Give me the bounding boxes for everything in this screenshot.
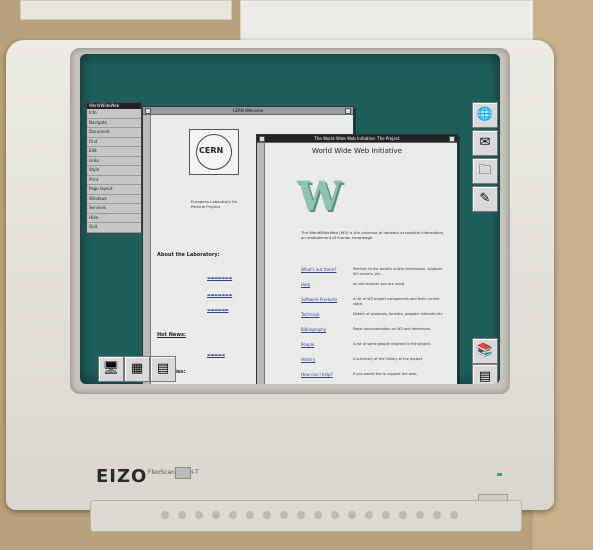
link-row-label[interactable]: Software Products [301, 297, 337, 302]
www-initiative-window[interactable]: The World Wide Web Initiative: The Proje… [256, 134, 458, 384]
pen-icon-glyph: ✎ [479, 191, 491, 206]
monitor-control-button[interactable] [416, 511, 424, 519]
menu-item[interactable]: Style [87, 166, 141, 176]
menu-item[interactable]: Navigate [87, 119, 141, 128]
link-row-label[interactable]: Bibliography [301, 327, 326, 332]
cern-logo: CERN [189, 129, 239, 175]
mail-icon-glyph: ✉ [479, 135, 491, 150]
monitor-model: FlexScan T560i-T [148, 469, 199, 476]
text-line: ▬▬▬▬▬▬▬ [207, 275, 233, 280]
monitor-control-button[interactable] [280, 511, 288, 519]
text-line: ▬▬▬▬▬▬ [207, 307, 229, 312]
menu-item[interactable]: Windows [87, 195, 141, 204]
globe-icon-glyph: 🌐 [476, 107, 494, 122]
text-line: ▬▬▬▬▬ [207, 352, 225, 357]
window-titlebar[interactable]: The World Wide Web Initiative: The Proje… [257, 135, 457, 143]
menu-item[interactable]: Page layout [87, 185, 141, 195]
power-led [497, 473, 502, 476]
link-row-label[interactable]: How can I help? [301, 372, 333, 377]
cern-intro: European Laboratory for Particle Physics [191, 199, 238, 209]
link-row-description: A summary of the history of the project. [353, 357, 424, 361]
monitor-control-panel [90, 500, 522, 532]
menu-item[interactable]: Services [87, 204, 141, 214]
close-button[interactable] [449, 136, 455, 142]
monitor-control-button[interactable] [399, 511, 407, 519]
monitor-brand: EIZO [96, 466, 148, 487]
menu-item[interactable]: Links [87, 157, 141, 166]
menu-item[interactable]: Edit [87, 147, 141, 157]
scrollbar[interactable] [257, 143, 265, 384]
monitor-badge [175, 467, 191, 479]
monitor-control-button[interactable] [212, 511, 220, 519]
mail-icon[interactable]: ✉ [472, 130, 498, 156]
link-row-label[interactable]: History [301, 357, 315, 362]
link-row-description: Paper documentation on W3 and references… [353, 327, 432, 331]
close-button[interactable] [345, 108, 351, 114]
globe-icon[interactable]: 🌐 [472, 102, 498, 128]
wall-paper [20, 0, 232, 20]
monitor-control-button[interactable] [382, 511, 390, 519]
monitor-control-button[interactable] [297, 511, 305, 519]
link-row-label[interactable]: What's out there? [301, 267, 337, 272]
monitor-control-button[interactable] [450, 511, 458, 519]
monitor-control-button[interactable] [263, 511, 271, 519]
link-row-description: A list of some people involved in the pr… [353, 342, 432, 346]
terminal-icon[interactable]: ▤ [472, 364, 498, 384]
link-row-description: Details of protocols, formats, program i… [353, 312, 443, 316]
monitor-control-button[interactable] [229, 511, 237, 519]
miniaturize-button[interactable] [259, 136, 265, 142]
folder-icon[interactable]: 🗀 [472, 158, 498, 184]
cern-logo-text: CERN [199, 146, 224, 155]
monitor-control-button[interactable] [314, 511, 322, 519]
menu-item[interactable]: Hide [87, 214, 141, 223]
app-menu[interactable]: WorldWideWeb Info Navigate Document Find Edi… [86, 102, 142, 234]
window-title: CERN Welcome [232, 108, 264, 113]
monitor-control-button[interactable] [178, 511, 186, 519]
page-title: World Wide Web Initiative [311, 147, 403, 155]
monitor-control-button[interactable] [246, 511, 254, 519]
menu-item[interactable]: Info [87, 109, 141, 119]
monitor-control-button[interactable] [433, 511, 441, 519]
intro-paragraph: The WorldWideWeb (W3) is the universe of… [301, 230, 445, 240]
menu-item[interactable]: Print [87, 176, 141, 185]
monitor-control-button[interactable] [331, 511, 339, 519]
link-row-description: If you would like to support the web.. [353, 372, 419, 376]
link-row-description: Pointers to the world's online informati… [353, 267, 444, 276]
folder-icon-glyph: 🗀 [478, 163, 492, 178]
link-row-label[interactable]: People [301, 342, 314, 347]
monitor-control-button[interactable] [365, 511, 373, 519]
menu-item[interactable]: Find [87, 138, 141, 147]
monitor-control-button[interactable] [161, 511, 169, 519]
pen-icon[interactable]: ✎ [472, 186, 498, 212]
wall-paper [240, 0, 542, 42]
link-row-description: A list of W3 project components and thei… [353, 297, 440, 306]
miniwindow-icon[interactable]: 🖥 [98, 356, 124, 382]
www-logo: W [297, 173, 342, 220]
miniwindow-icon[interactable]: ▦ [124, 356, 150, 382]
link-row-description: on the browser you are using [353, 282, 405, 286]
monitor-control-button[interactable] [348, 511, 356, 519]
screen: WorldWideWeb Info Navigate Document Find Edi… [80, 54, 500, 384]
link-row-label[interactable]: Technical [301, 312, 319, 317]
miniaturize-button[interactable] [145, 108, 151, 114]
books-icon-glyph: 📚 [476, 343, 494, 358]
books-icon[interactable]: 📚 [472, 338, 498, 364]
monitor-control-button[interactable] [195, 511, 203, 519]
link-row-label[interactable]: Help [301, 282, 310, 287]
menu-item[interactable]: Document [87, 128, 141, 138]
window-title: The World Wide Web Initiative: The Proje… [314, 136, 400, 141]
dock: 🌐✉🗀✎📚▤♻ [472, 102, 498, 384]
hot-news-link[interactable]: Hot News: [157, 332, 186, 338]
about-heading: About the Laboratory: [157, 252, 220, 258]
window-titlebar[interactable]: CERN Welcome [143, 107, 353, 115]
text-line: ▬▬▬▬▬▬▬ [207, 292, 233, 297]
menu-item[interactable]: Quit [87, 223, 141, 233]
miniwindow-icon[interactable]: ▤ [150, 356, 176, 382]
scrollbar[interactable] [143, 115, 151, 384]
terminal-icon-glyph: ▤ [478, 369, 492, 384]
